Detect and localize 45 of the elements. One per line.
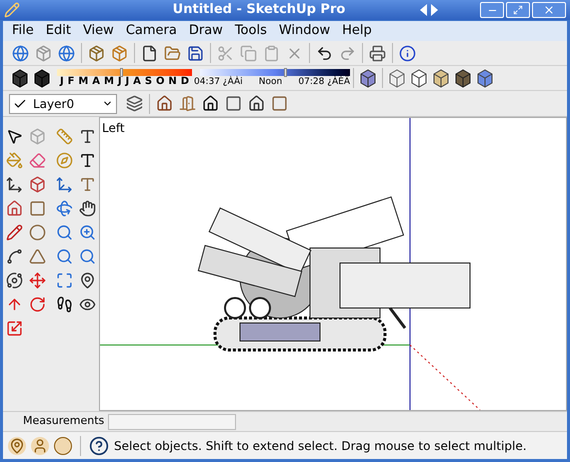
status-message: Select objects. Shift to extend select. Drag mouse to select multiple. [114, 438, 527, 454]
maximize-button[interactable] [506, 2, 530, 18]
month-label: F [68, 76, 74, 88]
month-label: J [118, 76, 122, 88]
minimize-button[interactable] [480, 2, 504, 18]
month-label: M [78, 76, 88, 88]
window-title: Untitled - SketchUp Pro [172, 1, 346, 20]
view-label: Left [102, 120, 125, 137]
month-label: D [180, 76, 189, 88]
month-label: S [144, 76, 152, 88]
menu-item[interactable]: View [78, 21, 119, 41]
menu-item[interactable]: Draw [184, 21, 228, 41]
slider-thumb[interactable] [120, 68, 124, 76]
measurements-field[interactable] [108, 414, 236, 430]
menu-item[interactable]: File [7, 21, 39, 41]
menu-item[interactable]: Help [337, 21, 377, 41]
help-icon [89, 436, 109, 456]
noon-label: Noon [258, 76, 282, 88]
viewport[interactable]: Left [99, 117, 567, 411]
measurements-label: Measurements [23, 413, 106, 430]
month-label: J [126, 76, 130, 88]
layer-dropdown[interactable]: Layer0 [9, 94, 117, 114]
menu-item[interactable]: Edit [40, 21, 76, 41]
month-label: N [168, 76, 177, 88]
time-slider[interactable] [200, 68, 350, 76]
month-label: O [156, 76, 164, 88]
maximize-icon [513, 5, 523, 15]
month-label: J [60, 76, 64, 88]
slider-thumb[interactable] [284, 68, 287, 76]
menu-item[interactable]: Tools [230, 21, 272, 41]
pencil-icon [4, 2, 20, 18]
menu-item[interactable]: Camera [120, 21, 182, 41]
month-label: M [104, 76, 114, 88]
date-slider[interactable] [57, 68, 192, 76]
geo-location-icon [8, 436, 26, 454]
arrows-icon [418, 2, 440, 18]
dotted-axis-line [410, 344, 480, 410]
month-label: A [92, 76, 100, 88]
month-label: A [133, 76, 141, 88]
sunset-time: 07:28 ¿ÀÈÄ [298, 76, 350, 88]
person-icon [31, 436, 49, 454]
sunrise-time: 04:37 ¿ÀÀi [194, 76, 243, 88]
menu-item[interactable]: Window [274, 21, 336, 41]
close-button[interactable] [532, 2, 566, 18]
close-icon [543, 4, 555, 16]
